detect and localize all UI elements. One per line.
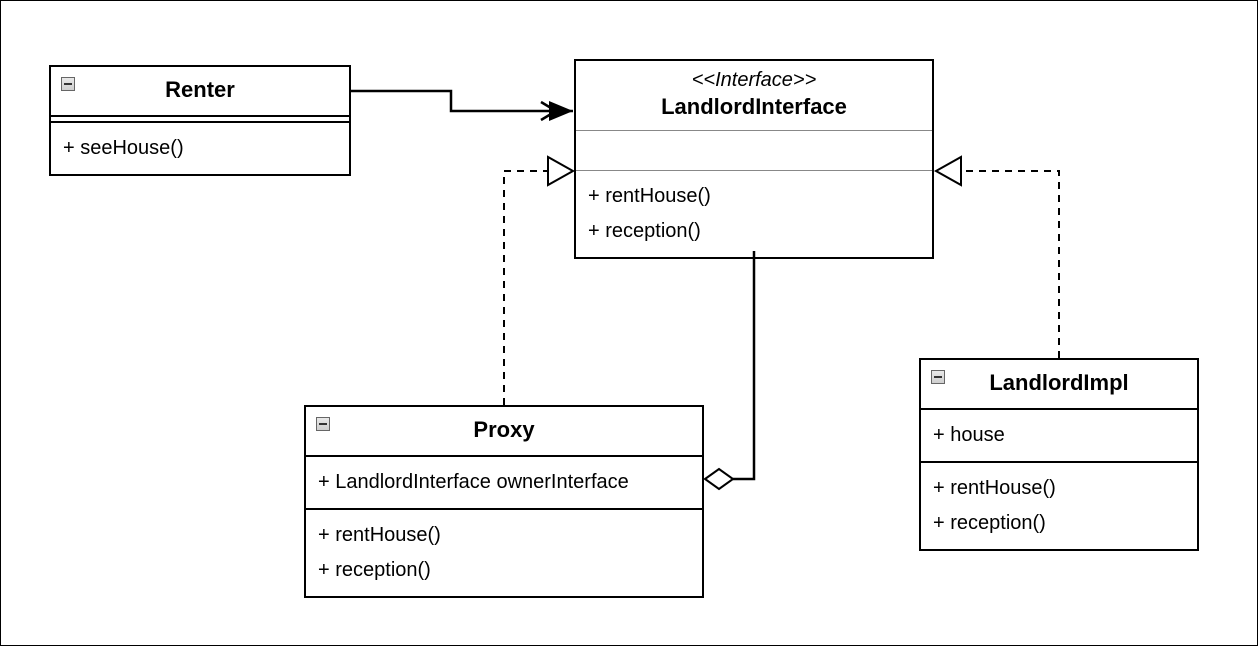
stereotype: <<Interface>> bbox=[588, 69, 920, 92]
method: + rentHouse() bbox=[933, 471, 1185, 506]
rel-impl-realizes-interface bbox=[936, 157, 1059, 358]
method: + reception() bbox=[588, 214, 920, 249]
collapse-icon[interactable] bbox=[316, 417, 330, 431]
collapse-icon[interactable] bbox=[931, 370, 945, 384]
method: + rentHouse() bbox=[588, 179, 920, 214]
method: + seeHouse() bbox=[63, 131, 337, 166]
uml-canvas: Renter + seeHouse() <<Interface>> Landlo… bbox=[0, 0, 1258, 646]
empty-attrs bbox=[576, 131, 932, 171]
rel-proxy-aggregates-interface bbox=[705, 251, 754, 489]
class-renter: Renter + seeHouse() bbox=[49, 65, 351, 176]
class-landlord-interface: <<Interface>> LandlordInterface + rentHo… bbox=[574, 59, 934, 259]
class-landlord-impl: LandlordImpl + house + rentHouse() + rec… bbox=[919, 358, 1199, 551]
class-name: LandlordInterface bbox=[588, 92, 920, 120]
methods: + rentHouse() + reception() bbox=[306, 510, 702, 596]
attribute: + LandlordInterface ownerInterface bbox=[318, 465, 690, 500]
class-name: Renter bbox=[165, 77, 235, 102]
methods: + rentHouse() + reception() bbox=[921, 463, 1197, 549]
rel-renter-to-interface bbox=[351, 91, 573, 121]
class-name: Proxy bbox=[473, 417, 534, 442]
class-name: LandlordImpl bbox=[989, 370, 1128, 395]
attributes: + LandlordInterface ownerInterface bbox=[306, 457, 702, 510]
method: + rentHouse() bbox=[318, 518, 690, 553]
attribute: + house bbox=[933, 418, 1185, 453]
class-title: LandlordImpl bbox=[921, 360, 1197, 410]
rel-proxy-realizes-interface bbox=[504, 157, 573, 405]
class-title: Renter bbox=[51, 67, 349, 117]
class-proxy: Proxy + LandlordInterface ownerInterface… bbox=[304, 405, 704, 598]
class-title: Proxy bbox=[306, 407, 702, 457]
attributes: + house bbox=[921, 410, 1197, 463]
collapse-icon[interactable] bbox=[61, 77, 75, 91]
methods: + seeHouse() bbox=[51, 123, 349, 174]
methods: + rentHouse() + reception() bbox=[576, 171, 932, 257]
method: + reception() bbox=[318, 553, 690, 588]
class-header: <<Interface>> LandlordInterface bbox=[576, 61, 932, 131]
method: + reception() bbox=[933, 506, 1185, 541]
